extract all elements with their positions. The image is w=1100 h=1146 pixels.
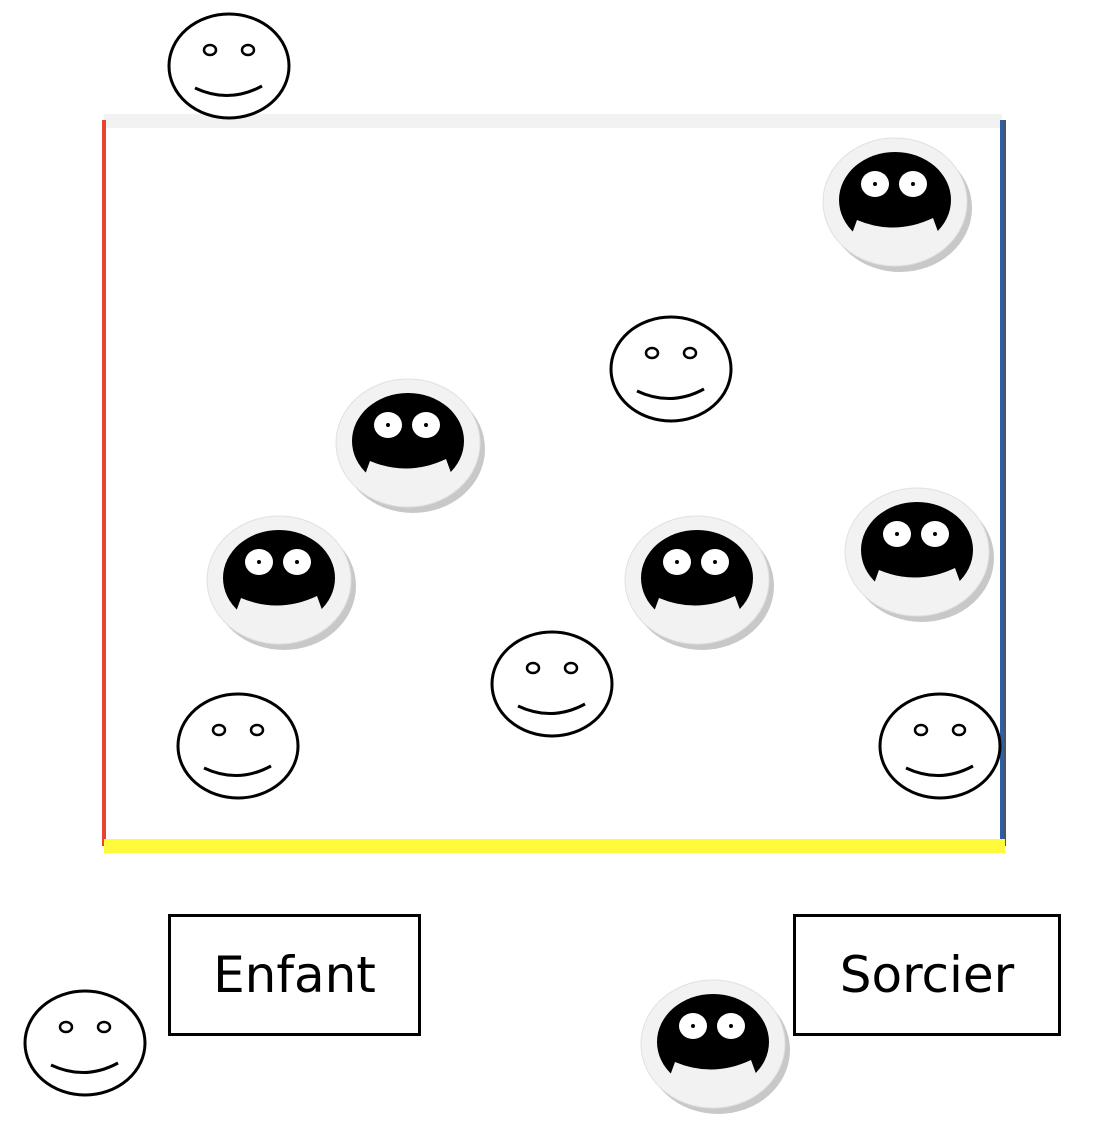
sorcerer-token [335, 378, 486, 514]
sorcerer-legend-token [640, 979, 791, 1115]
child-smiley [490, 630, 614, 738]
child-smiley [609, 315, 733, 423]
sorcerer-token [624, 515, 775, 651]
child-smiley [176, 692, 300, 800]
legend-child-label: Enfant [168, 914, 421, 1036]
sorcerer-token [206, 515, 357, 651]
child-smiley-top [167, 12, 291, 120]
sorcerer-token [822, 137, 973, 273]
child-legend-smiley [23, 989, 147, 1097]
legend-sorcerer-label: Sorcier [793, 914, 1061, 1036]
sorcerer-token [844, 487, 995, 623]
child-smiley [878, 692, 1002, 800]
